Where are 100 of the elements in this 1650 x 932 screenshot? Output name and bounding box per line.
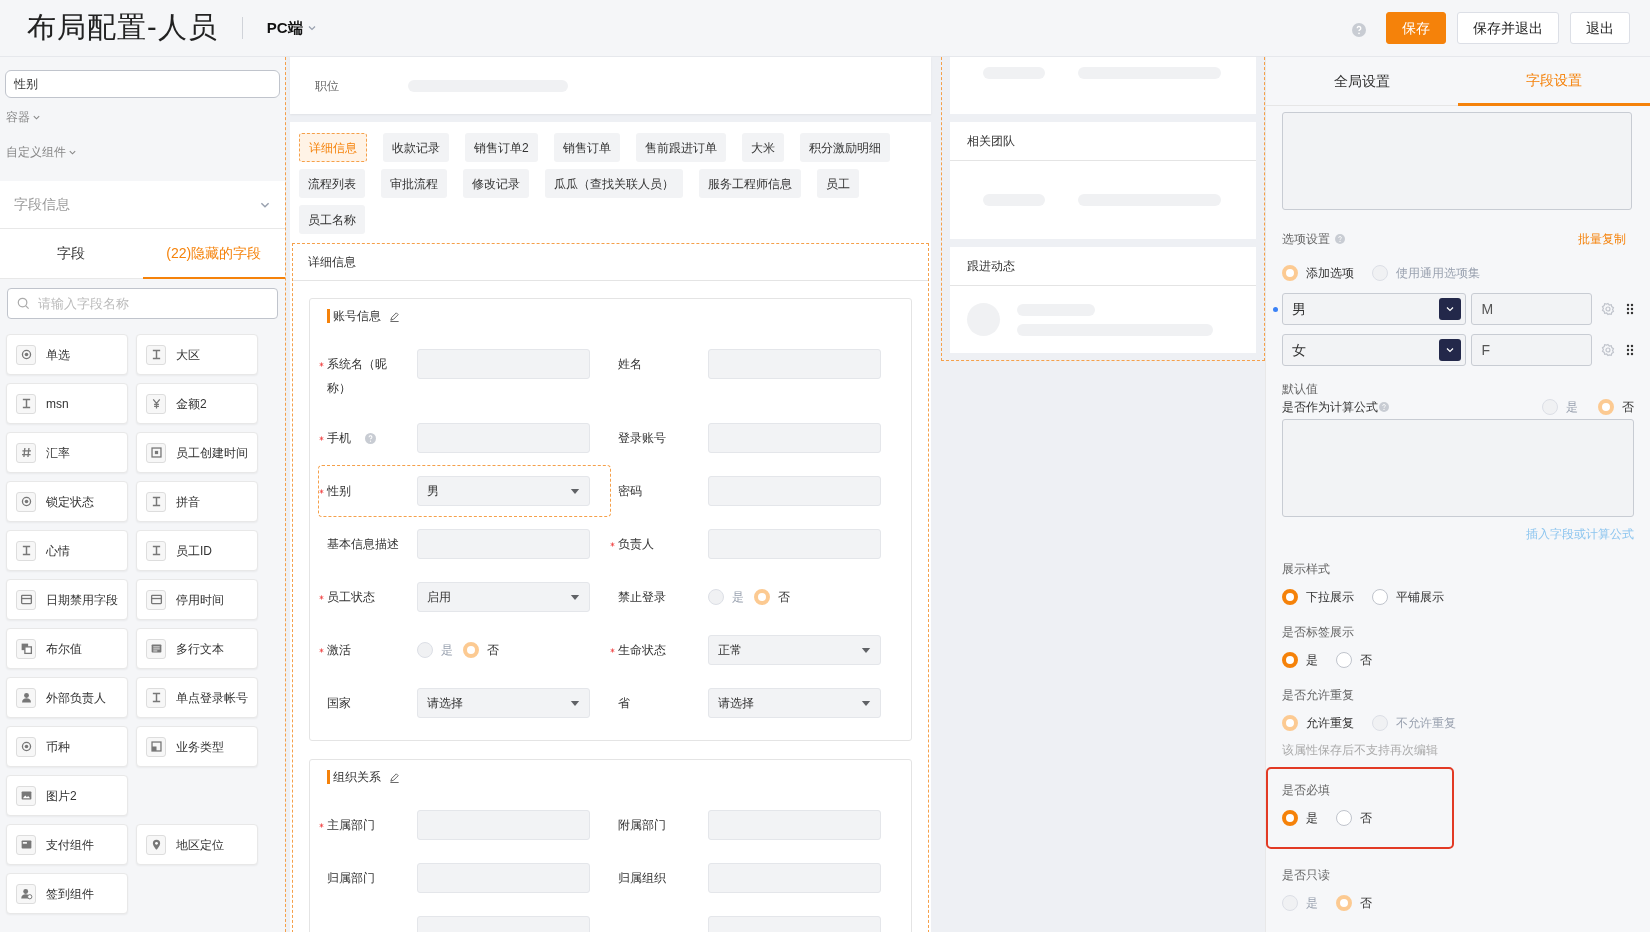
form-field[interactable]: 登录账号 [610, 423, 901, 453]
field-chip[interactable]: 签到组件 [6, 873, 128, 914]
radio-option[interactable]: 下拉展示 [1282, 588, 1354, 606]
input-field[interactable] [708, 423, 881, 453]
selected-field-outline[interactable]: 性别 男 [319, 466, 610, 516]
form-field[interactable]: 基本信息描述 [319, 529, 610, 559]
text-area[interactable] [1282, 112, 1632, 210]
field-chip[interactable]: 停用时间 [136, 579, 258, 620]
radio-option[interactable]: 是 [1282, 651, 1318, 669]
radio-option[interactable]: 否 [1336, 809, 1372, 827]
input-field[interactable] [708, 863, 881, 893]
header-button[interactable]: 保存并退出 [1457, 12, 1559, 44]
form-field[interactable]: 禁止登录 是 否 [610, 582, 901, 612]
color-picker[interactable] [1439, 339, 1462, 361]
option-label-field[interactable]: 女 [1282, 334, 1467, 366]
tab-chip[interactable]: 员工名称 [299, 205, 365, 234]
search-field[interactable]: 性别 [5, 70, 280, 98]
form-field[interactable]: 省 请选择 [610, 688, 901, 718]
option-label-field[interactable]: 男 [1282, 293, 1467, 325]
field-chip[interactable]: 支付组件 [6, 824, 128, 865]
form-field[interactable]: 系统名（昵称） [319, 349, 610, 400]
option-value-field[interactable]: M [1471, 293, 1593, 325]
tab-chip[interactable]: 审批流程 [381, 169, 447, 198]
field-chip[interactable]: 地区定位 [136, 824, 258, 865]
field-chip[interactable]: 金额2 [136, 383, 258, 424]
radio-option[interactable]: 否 [754, 588, 790, 606]
tab-chip[interactable]: 大米 [741, 133, 784, 162]
form-field[interactable]: 手机 [319, 423, 610, 453]
input-field[interactable] [708, 349, 881, 379]
help-icon[interactable] [1379, 402, 1389, 412]
field-chip[interactable]: 布尔值 [6, 628, 128, 669]
form-field[interactable]: 负责人 [610, 529, 901, 559]
help-icon[interactable] [365, 433, 376, 444]
drag-handle-icon[interactable] [1626, 344, 1634, 356]
field-chip[interactable]: msn [6, 383, 128, 424]
field-chip[interactable]: 锁定状态 [6, 481, 128, 522]
input-field[interactable] [708, 810, 881, 840]
input-field[interactable] [708, 529, 881, 559]
form-field[interactable]: 生命状态 正常 [610, 635, 901, 665]
field-chip[interactable]: 业务类型 [136, 726, 258, 767]
group-toggle[interactable]: 容器 [6, 108, 285, 126]
field-chip[interactable]: 拼音 [136, 481, 258, 522]
field-chip[interactable]: 单点登录帐号 [136, 677, 258, 718]
tab-chip[interactable]: 员工 [817, 169, 859, 198]
field-chip[interactable]: 多行文本 [136, 628, 258, 669]
header-button[interactable]: 退出 [1570, 12, 1630, 44]
field-chip[interactable]: 日期禁用字段 [6, 579, 128, 620]
field-chip[interactable]: 员工ID [136, 530, 258, 571]
tab-chip[interactable]: 瓜瓜（查找关联人员） [545, 169, 683, 198]
form-field[interactable]: 激活 是 否 [319, 635, 610, 665]
help-icon[interactable] [1352, 23, 1366, 37]
select-field[interactable]: 正常 [708, 635, 881, 665]
form-field[interactable]: 国家 请选择 [319, 688, 610, 718]
panel-tab[interactable]: 全局设置 [1266, 57, 1458, 106]
form-field[interactable]: 密码 [610, 476, 901, 506]
gear-icon[interactable] [1601, 343, 1616, 357]
radio-option[interactable]: 否 [1336, 651, 1372, 669]
radio-option[interactable]: 平铺展示 [1372, 588, 1444, 606]
pencil-icon[interactable] [389, 771, 400, 783]
text-area[interactable] [1282, 419, 1634, 517]
radio-option[interactable]: 否 [463, 641, 499, 659]
form-field[interactable]: 归属组织 [610, 863, 901, 893]
pencil-icon[interactable] [389, 310, 400, 322]
input-field[interactable] [708, 476, 881, 506]
select-field[interactable]: 启用 [417, 582, 590, 612]
field-chip[interactable]: 外部负责人 [6, 677, 128, 718]
select-field[interactable]: 男 [417, 476, 590, 506]
group-toggle[interactable]: 自定义组件 [6, 143, 285, 161]
field-chip[interactable]: 员工创建时间 [136, 432, 258, 473]
field-chip[interactable]: 图片2 [6, 775, 128, 816]
help-icon[interactable] [1335, 234, 1345, 244]
field-chip[interactable]: 大区 [136, 334, 258, 375]
drag-handle-icon[interactable] [1626, 303, 1634, 315]
form-field[interactable]: 附属部门 [610, 810, 901, 840]
form-field[interactable]: 归属部门 [319, 863, 610, 893]
gear-icon[interactable] [1601, 302, 1616, 316]
field-chip[interactable]: 心情 [6, 530, 128, 571]
form-field[interactable]: 姓名 [610, 349, 901, 400]
input-field[interactable] [417, 423, 590, 453]
tab-chip[interactable]: 销售订单 [553, 133, 620, 162]
input-field[interactable] [417, 863, 590, 893]
tab-chip[interactable]: 积分激励明细 [799, 133, 890, 162]
form-field[interactable]: 主属部门 [319, 810, 610, 840]
input-field[interactable] [417, 529, 590, 559]
radio-option[interactable]: 是 [1282, 809, 1318, 827]
platform-dropdown[interactable]: PC端 [266, 16, 317, 40]
color-picker[interactable] [1439, 298, 1462, 320]
select-field[interactable]: 请选择 [417, 688, 590, 718]
select-field[interactable]: 请选择 [708, 688, 881, 718]
search-field[interactable]: 请输入字段名称 [7, 288, 278, 319]
tab-chip[interactable]: 收款记录 [383, 133, 449, 162]
panel-tab[interactable]: 字段 [0, 229, 143, 279]
option-value-field[interactable]: F [1471, 334, 1593, 366]
input-field[interactable] [417, 349, 590, 379]
form-field[interactable]: 员工状态 启用 [319, 582, 610, 612]
input-field[interactable] [417, 810, 590, 840]
tab-chip[interactable]: 流程列表 [299, 169, 365, 198]
tab-chip[interactable]: 售前跟进订单 [635, 133, 726, 162]
tab-chip[interactable]: 服务工程师信息 [699, 169, 801, 198]
field-chip[interactable]: 币种 [6, 726, 128, 767]
